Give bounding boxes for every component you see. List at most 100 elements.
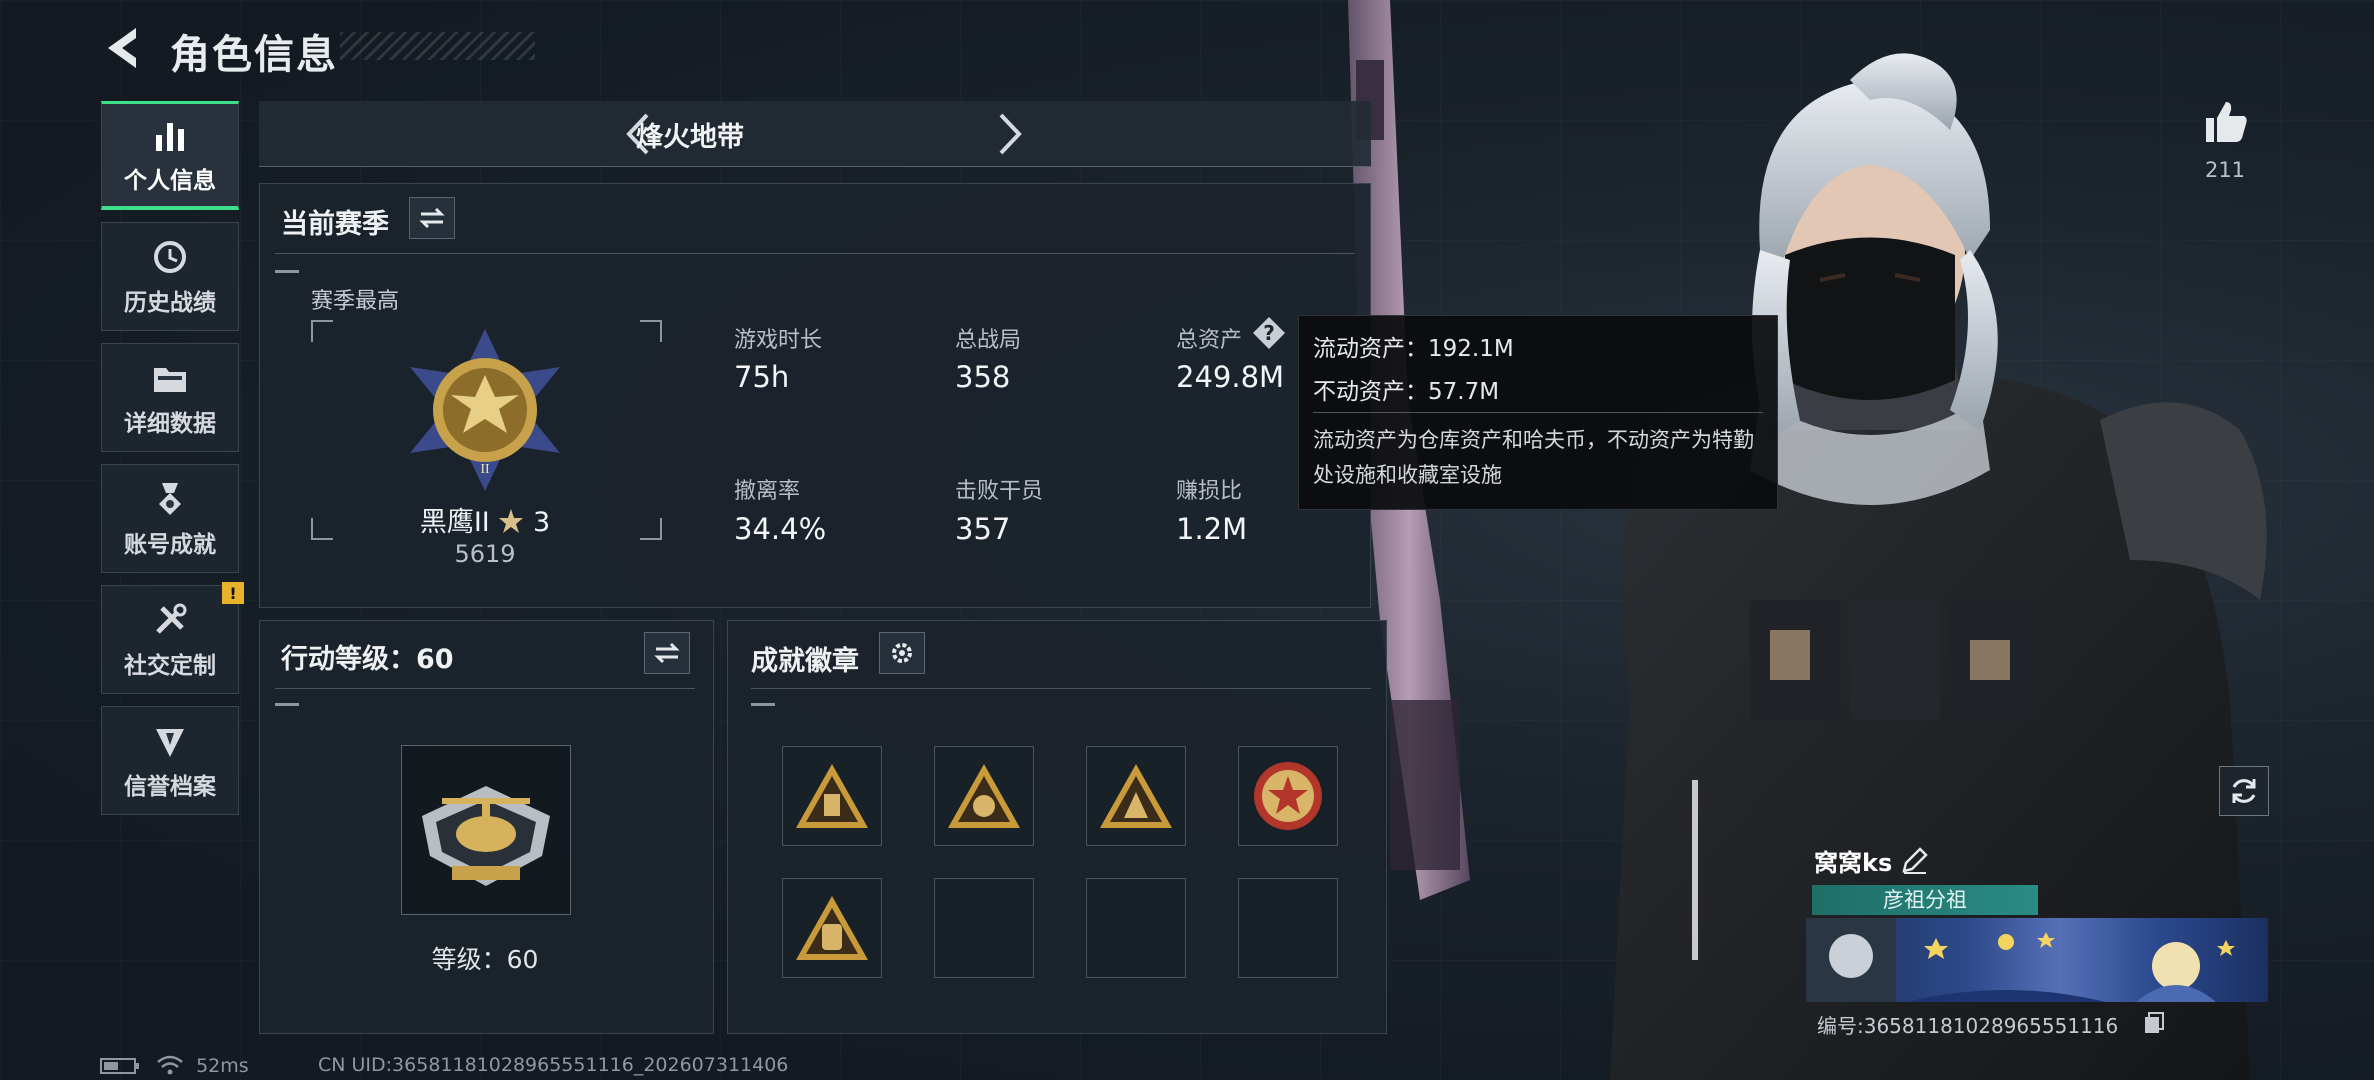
folder-icon: [154, 367, 186, 392]
chevron-right-icon[interactable]: [989, 111, 1029, 157]
tooltip-liquid-assets: 流动资产：192.1M: [1313, 336, 1514, 362]
svg-text:?: ?: [1263, 321, 1275, 345]
rank-title: 黑鹰II: [419, 507, 490, 538]
refresh-icon: [2232, 779, 2256, 803]
gear-icon: [892, 643, 912, 663]
help-icon[interactable]: ?: [1252, 316, 1286, 350]
player-id: 编号:36581181028965551116: [1817, 1014, 2119, 1038]
sidebar-item-label: 详细数据: [124, 410, 216, 437]
achievement-medal-icon: [159, 482, 181, 515]
divider-decoration: [275, 270, 299, 273]
notification-badge: !: [222, 582, 244, 604]
sidebar-item-detailed-data[interactable]: 详细数据: [101, 343, 239, 452]
history-icon: [154, 240, 186, 273]
sidebar-item-label: 账号成就: [124, 531, 216, 558]
achievement-badge-icon: [1100, 764, 1172, 828]
bar-chart-icon: [156, 123, 184, 151]
level-label: 等级：60: [431, 945, 539, 974]
rank-name: 黑鹰II 3: [310, 500, 660, 539]
sidebar-item-label: 信誉档案: [124, 773, 216, 800]
thumbs-up-icon[interactable]: [2202, 98, 2250, 146]
divider: [751, 688, 1371, 689]
sidebar-item-social-custom[interactable]: 社交定制 !: [101, 582, 244, 694]
achievement-badge-icon: [948, 764, 1020, 828]
sidebar-item-label: 历史战绩: [124, 289, 216, 316]
frame-corner: [311, 320, 333, 342]
season-panel-title: 当前赛季: [281, 209, 389, 240]
achievement-slot[interactable]: [782, 878, 882, 978]
sidebar-item-label: 社交定制: [124, 652, 216, 679]
sidebar-item-label: 个人信息: [124, 168, 216, 194]
status-bar: 52ms: [100, 1054, 249, 1080]
stat-value-playtime: 75h: [734, 360, 790, 394]
stat-value-total-matches: 358: [955, 360, 1011, 394]
sidebar-item-account-achievements[interactable]: 账号成就: [101, 464, 239, 573]
swap-season-button[interactable]: [409, 197, 455, 239]
clan-tag: 彦祖分祖: [1812, 885, 2038, 915]
achievements-title: 成就徽章: [751, 646, 859, 677]
back-arrow-icon[interactable]: [100, 22, 144, 74]
stat-value-kills: 357: [955, 512, 1011, 546]
achievement-slot-empty[interactable]: [934, 878, 1034, 978]
wifi-icon: [157, 1055, 183, 1075]
stat-label-total-matches: 总战局: [955, 328, 1022, 353]
divider-decoration: [275, 703, 299, 706]
assets-tooltip: 流动资产：192.1M 不动资产：57.7M 流动资产为仓库资产和哈夫币，不动资…: [1298, 315, 1778, 510]
player-banner: [1806, 918, 2268, 1002]
stat-label-total-assets: 总资产: [1176, 328, 1243, 353]
sidebar-item-reputation[interactable]: 信誉档案: [101, 706, 239, 815]
mode-selector: 烽火地带: [259, 101, 1371, 167]
stat-label-profit-ratio: 赚损比: [1176, 479, 1243, 504]
copy-icon[interactable]: [2143, 1011, 2165, 1035]
svg-text:II: II: [480, 462, 490, 477]
helicopter-badge-icon: [422, 786, 550, 886]
achievement-settings-button[interactable]: [879, 632, 925, 674]
achievement-slot[interactable]: [934, 746, 1034, 846]
sidebar: 个人信息 历史战绩 详细数据 账号成就 社交定制 ! 信誉档案: [101, 101, 244, 827]
level-badge-frame: [401, 745, 571, 915]
achievement-slot[interactable]: [1238, 746, 1338, 846]
mode-title: 烽火地带: [636, 122, 744, 153]
divider: [275, 688, 695, 689]
battery-icon: [100, 1058, 139, 1074]
rank-stars: 3: [532, 507, 551, 538]
banner-illustration: [1806, 918, 2235, 1002]
swap-icon: [654, 642, 680, 664]
stat-value-extract-rate: 34.4%: [734, 512, 827, 546]
page-title: 角色信息: [170, 32, 338, 78]
tooltip-divider: [1313, 412, 1763, 413]
stat-value-profit-ratio: 1.2M: [1176, 512, 1248, 546]
uid-text: CN UID:36581181028965551116_202607311406: [318, 1054, 789, 1076]
achievement-slot[interactable]: [1086, 746, 1186, 846]
achievement-badge-icon: [796, 764, 868, 828]
stat-label-extract-rate: 撤离率: [734, 479, 801, 504]
swap-icon: [419, 207, 445, 229]
achievement-slot-empty[interactable]: [1238, 878, 1338, 978]
achievement-medal-icon: [1254, 762, 1322, 830]
title-decoration: [340, 32, 535, 60]
ping-value: 52ms: [196, 1055, 249, 1077]
shield-icon: [156, 728, 184, 757]
rank-score: 5619: [454, 540, 516, 568]
stat-label-playtime: 游戏时长: [734, 328, 823, 353]
tools-icon: [156, 603, 187, 634]
achievement-slot[interactable]: [782, 746, 882, 846]
rank-emblem-icon: II: [410, 329, 560, 491]
swap-level-button[interactable]: [644, 632, 690, 674]
like-count: 211: [2204, 158, 2246, 182]
star-icon: [499, 509, 524, 533]
season-best-label: 赛季最高: [311, 289, 400, 314]
frame-corner: [640, 320, 662, 342]
stat-label-kills: 击败干员: [955, 479, 1044, 504]
sidebar-item-history[interactable]: 历史战绩: [101, 222, 239, 331]
sidebar-item-personal-info[interactable]: 个人信息: [101, 101, 239, 210]
player-name: 窝窝ks: [1814, 849, 1893, 877]
refresh-button[interactable]: [2219, 766, 2269, 816]
achievement-badge-icon: [796, 896, 868, 960]
action-level-title: 行动等级：60: [281, 644, 454, 675]
stat-value-total-assets: 249.8M: [1176, 360, 1285, 394]
divider: [275, 253, 1355, 254]
achievement-slot-empty[interactable]: [1086, 878, 1186, 978]
divider-decoration: [751, 703, 775, 706]
edit-pencil-icon[interactable]: [1900, 845, 1930, 875]
